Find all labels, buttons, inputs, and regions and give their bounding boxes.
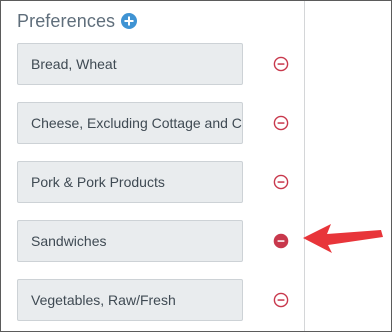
minus-circle-outline-icon bbox=[273, 292, 289, 308]
preference-item[interactable]: Sandwiches bbox=[17, 220, 243, 262]
remove-preference-button[interactable] bbox=[273, 233, 289, 249]
preference-label: Vegetables, Raw/Fresh bbox=[31, 292, 176, 308]
preference-item[interactable]: Cheese, Excluding Cottage and Cream bbox=[17, 102, 243, 144]
add-preference-button[interactable] bbox=[121, 13, 138, 29]
minus-circle-outline-icon bbox=[273, 56, 289, 72]
preferences-panel: Preferences Bread, Wheat Cheese, Excludi… bbox=[0, 0, 392, 332]
preferences-header: Preferences bbox=[17, 9, 138, 33]
plus-circle-icon bbox=[124, 16, 134, 26]
minus-circle-outline-icon bbox=[273, 174, 289, 190]
preference-item[interactable]: Bread, Wheat bbox=[17, 43, 243, 85]
preference-label: Bread, Wheat bbox=[31, 56, 117, 72]
preference-label: Cheese, Excluding Cottage and Cream bbox=[31, 115, 242, 131]
minus-circle-filled-icon bbox=[273, 233, 289, 249]
remove-preference-button[interactable] bbox=[273, 56, 289, 72]
panel-divider bbox=[304, 1, 305, 331]
preference-label: Pork & Pork Products bbox=[31, 174, 165, 190]
red-arrow-icon bbox=[303, 224, 383, 253]
remove-preference-button[interactable] bbox=[273, 115, 289, 131]
section-title: Preferences bbox=[17, 10, 116, 31]
remove-preference-button[interactable] bbox=[273, 292, 289, 308]
minus-circle-outline-icon bbox=[273, 115, 289, 131]
remove-preference-button[interactable] bbox=[273, 174, 289, 190]
preference-label: Sandwiches bbox=[31, 233, 107, 249]
preference-item[interactable]: Pork & Pork Products bbox=[17, 161, 243, 203]
preference-item[interactable]: Vegetables, Raw/Fresh bbox=[17, 279, 243, 321]
